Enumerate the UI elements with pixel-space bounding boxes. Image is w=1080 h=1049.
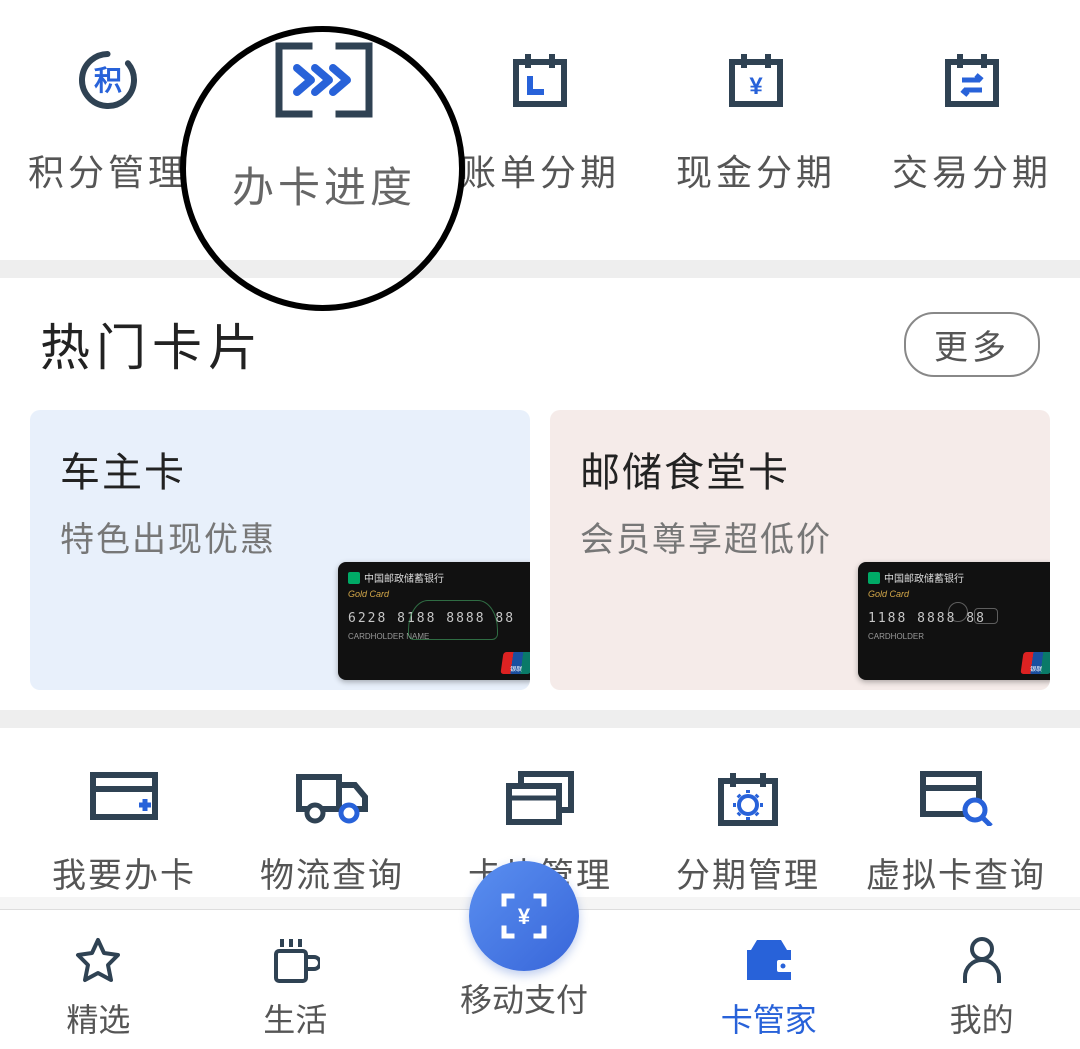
person-icon bbox=[959, 933, 1005, 989]
action-label: 物流查询 bbox=[260, 848, 404, 897]
nav-label: 生活 bbox=[263, 995, 327, 1041]
credit-card-image: 中国邮政储蓄银行 Gold Card 1188 8888 88 CARDHOLD… bbox=[858, 562, 1050, 680]
nav-featured[interactable]: 精选 bbox=[66, 933, 130, 1041]
card-subtitle: 特色出现优惠 bbox=[60, 512, 500, 561]
unionpay-icon: 银联 bbox=[500, 652, 530, 674]
cards-stack-icon bbox=[505, 768, 575, 828]
nav-label: 我的 bbox=[950, 995, 1014, 1041]
calendar-gear-icon bbox=[715, 768, 781, 828]
svg-text:¥: ¥ bbox=[749, 73, 763, 100]
promo-card-car-owner[interactable]: 车主卡 特色出现优惠 中国邮政储蓄银行 Gold Card 6228 8188 … bbox=[30, 410, 530, 690]
action-label: 虚拟卡查询 bbox=[866, 848, 1046, 897]
card-row: 车主卡 特色出现优惠 中国邮政储蓄银行 Gold Card 6228 8188 … bbox=[30, 410, 1050, 690]
more-button[interactable]: 更多 bbox=[904, 312, 1040, 377]
shortcut-label: 积分管理 bbox=[28, 144, 188, 196]
calendar-L-icon bbox=[508, 40, 572, 120]
nav-label: 精选 bbox=[66, 995, 130, 1041]
shortcut-points-management[interactable]: 积 积分管理 bbox=[8, 40, 208, 196]
divider bbox=[0, 260, 1080, 278]
action-label: 分期管理 bbox=[676, 848, 820, 897]
card-plus-icon bbox=[89, 768, 159, 828]
calendar-yen-icon: ¥ bbox=[724, 40, 788, 120]
credit-card-image: 中国邮政储蓄银行 Gold Card 6228 8188 8888 88 CAR… bbox=[338, 562, 530, 680]
nav-label: 卡管家 bbox=[721, 995, 817, 1041]
shortcut-label: 现金分期 bbox=[676, 144, 836, 196]
wallet-icon bbox=[741, 933, 797, 989]
shortcut-label: 账单分期 bbox=[460, 144, 620, 196]
shortcut-transaction-installment[interactable]: 交易分期 bbox=[872, 40, 1072, 196]
action-logistics-query[interactable]: 物流查询 bbox=[232, 768, 432, 897]
nav-label: 移动支付 bbox=[460, 975, 588, 1021]
shortcut-bill-installment[interactable]: 账单分期 bbox=[440, 40, 640, 196]
action-virtual-card-query[interactable]: 虚拟卡查询 bbox=[856, 768, 1056, 897]
shortcut-card-progress[interactable]: 办卡进度 bbox=[224, 40, 424, 215]
card-title: 车主卡 bbox=[60, 440, 500, 498]
card-title: 邮储食堂卡 bbox=[580, 440, 1020, 498]
hot-cards-section: 热门卡片 更多 车主卡 特色出现优惠 中国邮政储蓄银行 Gold Card 62… bbox=[0, 278, 1080, 710]
scan-pay-icon: ¥ bbox=[469, 861, 579, 971]
divider bbox=[0, 710, 1080, 728]
calendar-transfer-icon bbox=[940, 40, 1004, 120]
nav-card-manager[interactable]: 卡管家 bbox=[721, 933, 817, 1041]
shortcut-cash-installment[interactable]: ¥ 现金分期 bbox=[656, 40, 856, 196]
shortcut-label: 办卡进度 bbox=[232, 154, 416, 215]
unionpay-icon: 银联 bbox=[1020, 652, 1050, 674]
action-label: 我要办卡 bbox=[52, 848, 196, 897]
bottom-nav: 精选 生活 ¥ 移动支付 卡管家 我的 bbox=[0, 909, 1080, 1049]
card-subtitle: 会员尊享超低价 bbox=[580, 512, 1020, 561]
cup-icon bbox=[270, 933, 320, 989]
svg-text:积: 积 bbox=[94, 65, 122, 96]
section-title: 热门卡片 bbox=[40, 308, 264, 380]
svg-text:¥: ¥ bbox=[518, 904, 531, 929]
truck-icon bbox=[295, 768, 369, 828]
nav-mobile-payment[interactable]: ¥ 移动支付 bbox=[460, 861, 588, 1021]
progress-arrows-icon bbox=[269, 40, 379, 120]
nav-life[interactable]: 生活 bbox=[263, 933, 327, 1041]
action-installment-management[interactable]: 分期管理 bbox=[648, 768, 848, 897]
nav-mine[interactable]: 我的 bbox=[950, 933, 1014, 1041]
star-icon bbox=[73, 933, 123, 989]
top-shortcuts-row: 积 积分管理 办卡进度 账单分期 bbox=[0, 0, 1080, 260]
points-circle-icon: 积 bbox=[76, 40, 140, 120]
shortcut-label: 交易分期 bbox=[892, 144, 1052, 196]
section-header: 热门卡片 更多 bbox=[30, 308, 1050, 380]
promo-card-canteen[interactable]: 邮储食堂卡 会员尊享超低价 中国邮政储蓄银行 Gold Card 1188 88… bbox=[550, 410, 1050, 690]
card-search-icon bbox=[919, 768, 993, 828]
action-apply-card[interactable]: 我要办卡 bbox=[24, 768, 224, 897]
